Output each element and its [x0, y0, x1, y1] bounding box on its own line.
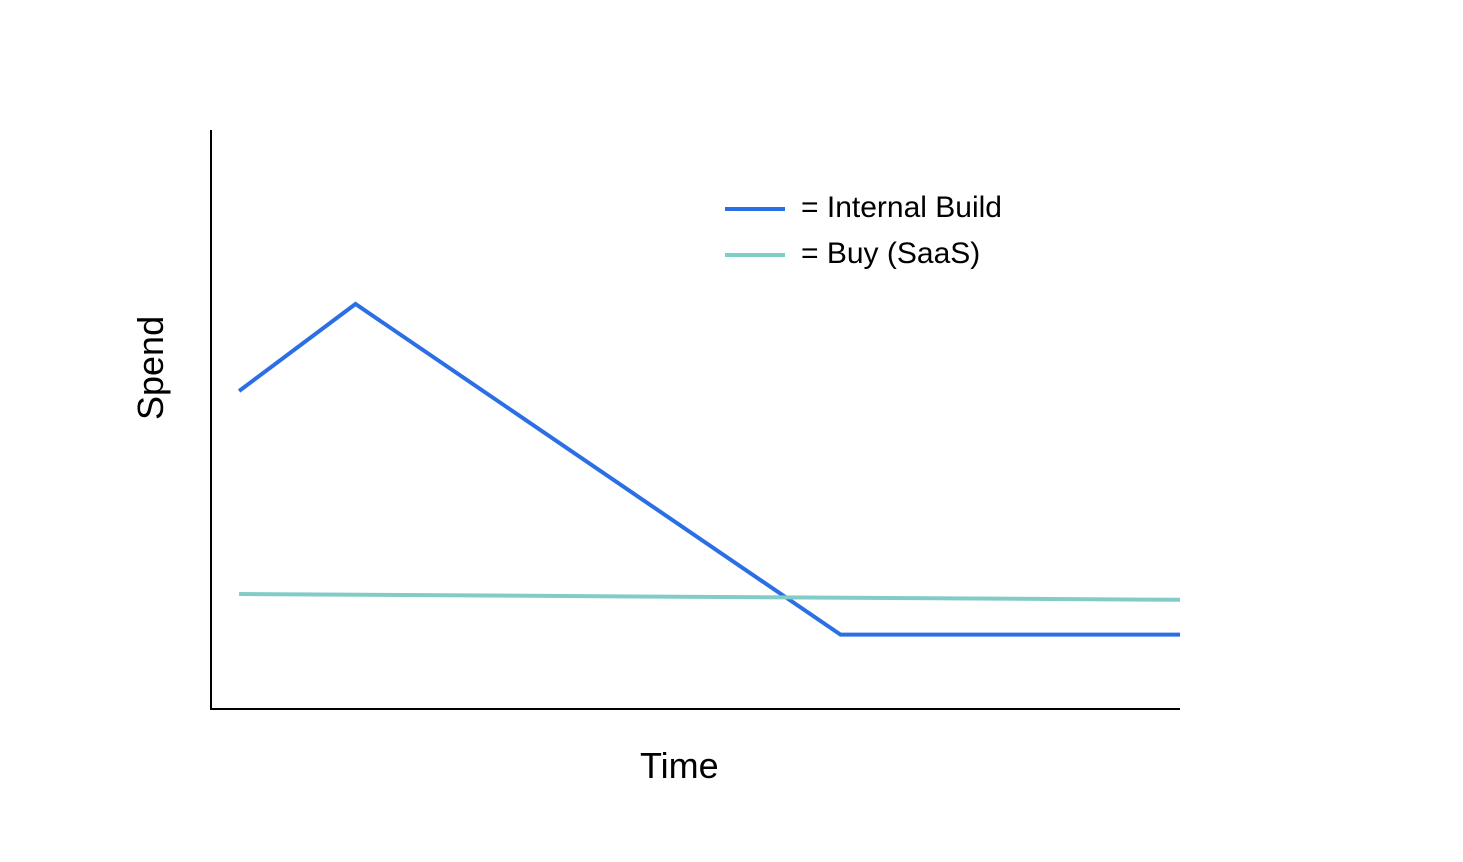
chart-svg [210, 130, 1180, 710]
y-axis-label: Spend [130, 316, 172, 420]
x-axis-label: Time [640, 745, 719, 787]
series-group [239, 304, 1180, 635]
legend-label-buy-saas: = Buy (SaaS) [801, 237, 980, 271]
legend-item-buy-saas: = Buy (SaaS) [725, 231, 1002, 277]
series-line [239, 594, 1180, 600]
legend-swatch-buy-saas [725, 253, 785, 257]
chart-legend: = Internal Build = Buy (SaaS) [725, 185, 1002, 277]
legend-swatch-internal-build [725, 207, 785, 211]
legend-item-internal-build: = Internal Build [725, 185, 1002, 231]
series-line [239, 304, 1180, 635]
chart-plot-area [210, 130, 1180, 710]
legend-label-internal-build: = Internal Build [801, 191, 1002, 225]
